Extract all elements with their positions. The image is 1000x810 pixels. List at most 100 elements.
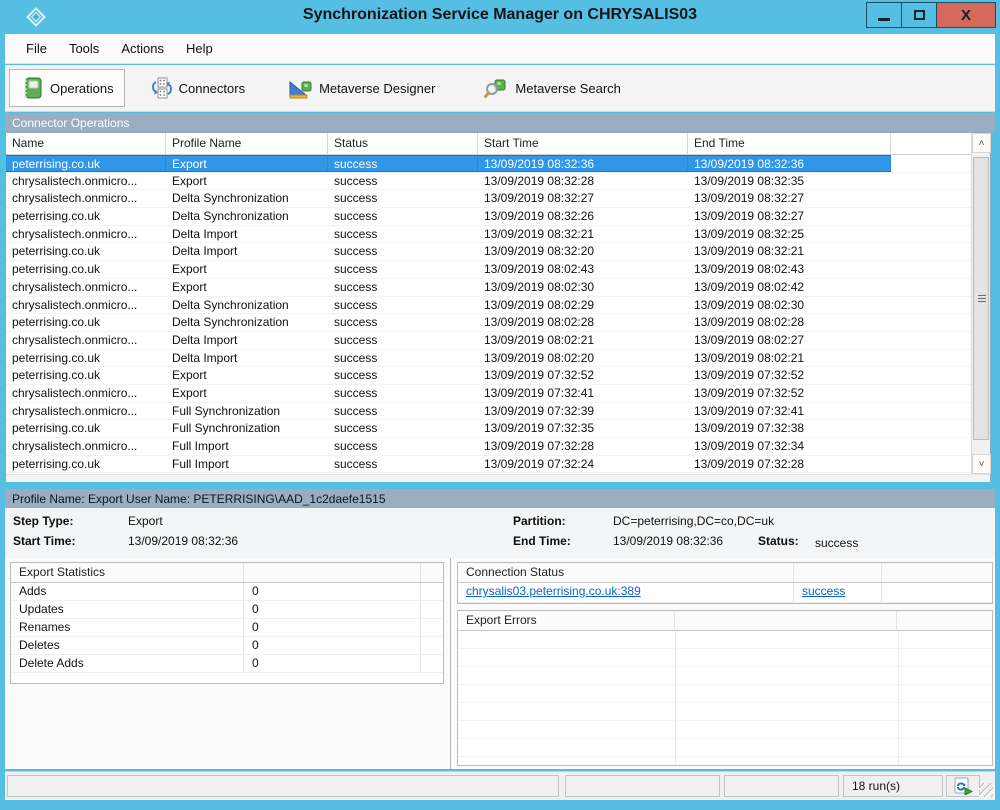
export-statistics-table: Export Statistics Adds 0 Updates 0 — [10, 562, 444, 684]
cell-start-time: 13/09/2019 07:32:41 — [478, 385, 688, 402]
cell-name: chrysalistech.onmicro... — [6, 226, 166, 243]
scroll-up-button[interactable]: ˄ — [972, 133, 991, 153]
table-row[interactable]: chrysalistech.onmicro... Export success … — [6, 279, 990, 297]
table-row[interactable]: peterrising.co.uk Export success 13/09/2… — [6, 367, 990, 385]
connection-status-table: Connection Status chrysalis03.peterrisin… — [457, 562, 993, 604]
cell-name: peterrising.co.uk — [6, 314, 166, 331]
column-header-profile-name[interactable]: Profile Name — [166, 133, 328, 154]
cell-filler — [891, 243, 972, 260]
table-row[interactable]: chrysalistech.onmicro... Delta Import su… — [6, 226, 990, 244]
metaverse-search-button[interactable]: Metaverse Search — [473, 69, 631, 107]
cell-end-time: 13/09/2019 08:02:30 — [688, 297, 891, 314]
cell-start-time: 13/09/2019 08:32:27 — [478, 190, 688, 207]
scrollbar-grip-icon — [978, 295, 986, 303]
table-row[interactable]: chrysalistech.onmicro... Delta Import su… — [6, 332, 990, 350]
cell-status: success — [328, 190, 478, 207]
menu-actions[interactable]: Actions — [110, 37, 175, 60]
cell-status: success — [328, 155, 478, 172]
table-row[interactable]: chrysalistech.onmicro... Full Synchroniz… — [6, 403, 990, 421]
cell-start-time: 13/09/2019 08:32:36 — [478, 155, 688, 172]
cell-end-time: 13/09/2019 07:32:52 — [688, 367, 891, 384]
cell-end-time: 13/09/2019 08:02:28 — [688, 314, 891, 331]
cell-end-time: 13/09/2019 07:32:28 — [688, 456, 891, 473]
cell-profile-name: Full Synchronization — [166, 403, 328, 420]
export-errors-table: Export Errors — [457, 610, 993, 766]
cell-filler — [891, 279, 972, 296]
cell-status: success — [328, 403, 478, 420]
column-header-name[interactable]: Name — [6, 133, 166, 154]
statistic-value: 0 — [244, 601, 421, 618]
cell-name: peterrising.co.uk — [6, 208, 166, 225]
cell-start-time: 13/09/2019 07:32:52 — [478, 367, 688, 384]
cell-profile-name: Delta Import — [166, 332, 328, 349]
scrollbar-thumb[interactable] — [973, 157, 989, 440]
connectors-icon — [149, 76, 173, 100]
operations-button[interactable]: Operations — [9, 69, 125, 107]
cell-status: success — [328, 173, 478, 190]
cell-start-time: 13/09/2019 08:32:26 — [478, 208, 688, 225]
cell-name: chrysalistech.onmicro... — [6, 173, 166, 190]
table-row[interactable]: peterrising.co.uk Export success 13/09/2… — [6, 155, 990, 173]
cell-profile-name: Full Import — [166, 438, 328, 455]
cell-start-time: 13/09/2019 08:02:43 — [478, 261, 688, 278]
cell-start-time: 13/09/2019 07:32:35 — [478, 420, 688, 437]
table-row[interactable]: peterrising.co.uk Export success 13/09/2… — [6, 261, 990, 279]
minimize-button[interactable] — [866, 2, 902, 28]
pane-divider — [450, 558, 451, 769]
close-button[interactable]: X — [936, 2, 996, 28]
table-row[interactable]: peterrising.co.uk Delta Import success 1… — [6, 350, 990, 368]
cell-status: success — [328, 350, 478, 367]
statistics-row: Renames 0 — [11, 619, 443, 637]
cell-status: success — [328, 279, 478, 296]
cell-status: success — [328, 208, 478, 225]
menu-help[interactable]: Help — [175, 37, 224, 60]
vertical-scrollbar[interactable]: ˄ ˅ — [971, 133, 990, 474]
cell-filler — [891, 403, 972, 420]
statistic-value: 0 — [244, 655, 421, 672]
status-value: success — [815, 536, 858, 550]
scroll-down-button[interactable]: ˅ — [972, 454, 991, 474]
cell-name: chrysalistech.onmicro... — [6, 438, 166, 455]
table-row[interactable]: peterrising.co.uk Full Synchronization s… — [6, 420, 990, 438]
table-row[interactable]: chrysalistech.onmicro... Full Import suc… — [6, 438, 990, 456]
connectors-button[interactable]: Connectors — [139, 69, 255, 107]
cell-filler — [891, 261, 972, 278]
cell-start-time: 13/09/2019 08:02:29 — [478, 297, 688, 314]
run-count-panel: 18 run(s) — [843, 775, 943, 797]
metaverse-designer-button[interactable]: Metaverse Designer — [277, 69, 445, 107]
table-row[interactable]: peterrising.co.uk Delta Synchronization … — [6, 314, 990, 332]
cell-profile-name: Delta Synchronization — [166, 314, 328, 331]
cell-end-time: 13/09/2019 08:32:27 — [688, 190, 891, 207]
table-row[interactable]: chrysalistech.onmicro... Export success … — [6, 173, 990, 191]
horizontal-scrollbar[interactable] — [6, 474, 990, 482]
menu-file[interactable]: File — [15, 37, 58, 60]
statistic-label: Updates — [11, 601, 244, 618]
table-row[interactable]: chrysalistech.onmicro... Export success … — [6, 385, 990, 403]
cell-profile-name: Delta Import — [166, 243, 328, 260]
table-row[interactable]: peterrising.co.uk Delta Import success 1… — [6, 243, 990, 261]
statistic-value: 0 — [244, 637, 421, 654]
partition-label: Partition: — [513, 514, 566, 528]
column-header-start-time[interactable]: Start Time — [478, 133, 688, 154]
cell-name: peterrising.co.uk — [6, 243, 166, 260]
column-header-end-time[interactable]: End Time — [688, 133, 891, 154]
maximize-button[interactable] — [901, 2, 937, 28]
export-errors-header: Export Errors — [458, 611, 992, 631]
cell-start-time: 13/09/2019 08:32:28 — [478, 173, 688, 190]
column-header-status[interactable]: Status — [328, 133, 478, 154]
table-row[interactable]: peterrising.co.uk Full Import success 13… — [6, 456, 990, 474]
cell-name: peterrising.co.uk — [6, 155, 166, 172]
connection-endpoint-link[interactable]: chrysalis03.peterrising.co.uk:389 — [466, 584, 641, 598]
table-row[interactable]: chrysalistech.onmicro... Delta Synchroni… — [6, 190, 990, 208]
cell-filler — [891, 350, 972, 367]
cell-filler — [891, 367, 972, 384]
cell-filler — [891, 226, 972, 243]
cell-name: chrysalistech.onmicro... — [6, 190, 166, 207]
resize-grip[interactable] — [979, 783, 993, 797]
title-bar: Synchronization Service Manager on CHRYS… — [0, 0, 1000, 32]
cell-filler — [891, 332, 972, 349]
table-row[interactable]: peterrising.co.uk Delta Synchronization … — [6, 208, 990, 226]
connection-status-link[interactable]: success — [802, 584, 845, 598]
table-row[interactable]: chrysalistech.onmicro... Delta Synchroni… — [6, 297, 990, 315]
menu-tools[interactable]: Tools — [58, 37, 110, 60]
